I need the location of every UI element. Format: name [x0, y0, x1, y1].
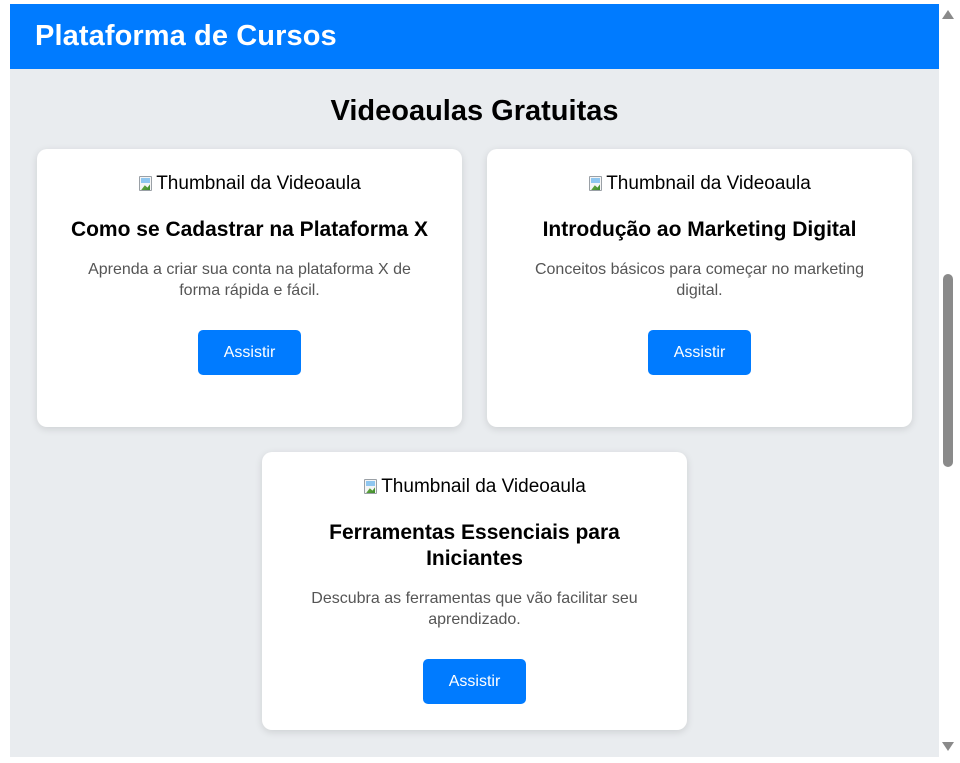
video-card: Thumbnail da Videoaula Introdução ao Mar… — [487, 149, 912, 427]
video-card: Thumbnail da Videoaula Como se Cadastrar… — [37, 149, 462, 427]
video-thumbnail: Thumbnail da Videoaula — [588, 173, 811, 195]
thumbnail-alt-text: Thumbnail da Videoaula — [156, 173, 361, 194]
thumbnail-alt-text: Thumbnail da Videoaula — [606, 173, 811, 194]
vertical-scrollbar[interactable] — [939, 4, 956, 757]
video-description: Conceitos básicos para começar no market… — [534, 261, 865, 299]
watch-button[interactable]: Assistir — [198, 330, 301, 375]
broken-image-icon — [363, 478, 379, 496]
thumbnail-alt-text: Thumbnail da Videoaula — [381, 476, 586, 497]
video-title: Introdução ao Marketing Digital — [542, 218, 857, 241]
video-description: Aprenda a criar sua conta na plataforma … — [88, 261, 411, 299]
video-thumbnail: Thumbnail da Videoaula — [363, 476, 586, 498]
video-card: Thumbnail da Videoaula Ferramentas Essen… — [262, 452, 687, 730]
site-title: Plataforma de Cursos — [35, 20, 337, 52]
scrollbar-thumb[interactable] — [943, 274, 953, 467]
video-grid: Thumbnail da Videoaula Como se Cadastrar… — [10, 149, 939, 749]
watch-button[interactable]: Assistir — [423, 659, 526, 704]
watch-button[interactable]: Assistir — [648, 330, 751, 375]
broken-image-icon — [138, 175, 154, 193]
broken-image-icon — [588, 175, 604, 193]
video-title: Ferramentas Essenciais para Iniciantes — [329, 521, 620, 570]
page-viewport: Plataforma de Cursos Videoaulas Gratuita… — [10, 4, 939, 757]
video-description: Descubra as ferramentas que vão facilita… — [311, 590, 638, 628]
video-thumbnail: Thumbnail da Videoaula — [138, 173, 361, 195]
scroll-up-arrow-icon[interactable] — [942, 10, 954, 19]
scroll-down-arrow-icon[interactable] — [942, 742, 954, 751]
section-title: Videoaulas Gratuitas — [330, 95, 619, 127]
video-title: Como se Cadastrar na Plataforma X — [70, 218, 429, 241]
site-header: Plataforma de Cursos — [10, 4, 939, 69]
